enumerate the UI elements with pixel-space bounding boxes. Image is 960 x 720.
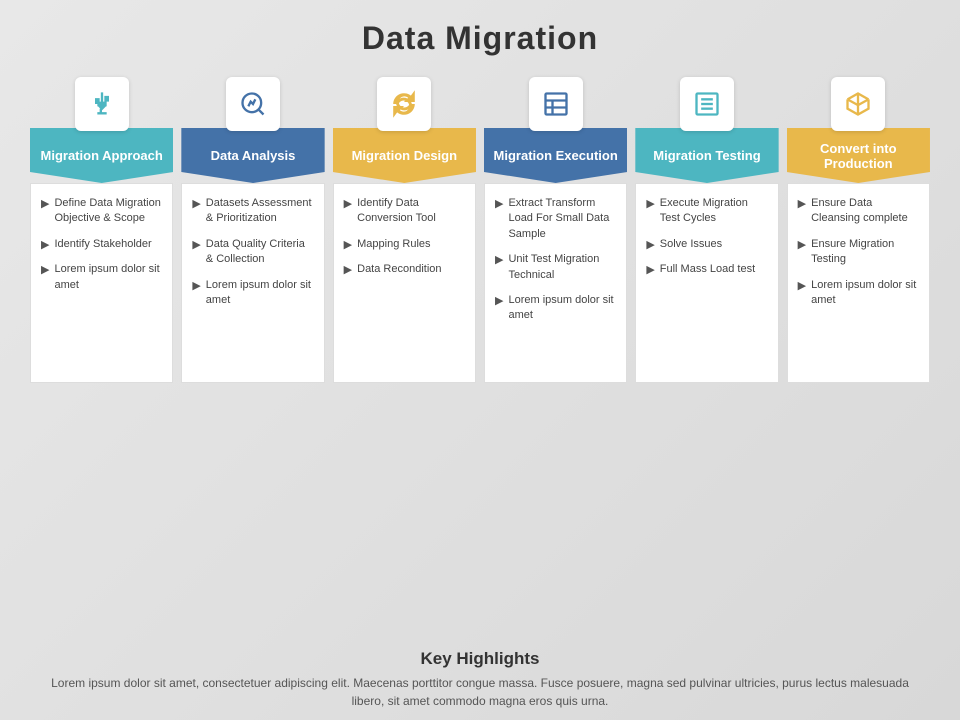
list-item: ▶ Lorem ipsum dolor sit amet (41, 262, 162, 293)
column-content-migration-design: ▶ Identify Data Conversion Tool ▶ Mapping R… (333, 183, 476, 383)
bullet-arrow-icon: ▶ (192, 197, 200, 210)
bullet-arrow-icon: ▶ (495, 253, 503, 266)
list-item-text: Data Quality Criteria & Collection (206, 237, 314, 268)
column-content-migration-execution: ▶ Extract Transform Load For Small Data S… (484, 183, 627, 383)
list-item-text: Extract Transform Load For Small Data Sa… (508, 196, 616, 242)
bullet-arrow-icon: ▶ (41, 263, 49, 276)
column-header-migration-testing: Migration Testing (635, 128, 778, 183)
list-item: ▶ Lorem ipsum dolor sit amet (192, 278, 313, 309)
list-item: ▶ Ensure Data Cleansing complete (798, 196, 919, 227)
list-item-text: Data Recondition (357, 262, 441, 277)
list-item-text: Full Mass Load test (660, 262, 755, 277)
refresh-icon (377, 77, 431, 131)
bullet-arrow-icon: ▶ (495, 197, 503, 210)
column-migration-design: Migration Design ▶ Identify Data Conversio… (333, 77, 476, 383)
list-icon (680, 77, 734, 131)
key-highlights-text: Lorem ipsum dolor sit amet, consectetuer… (40, 674, 920, 710)
list-item: ▶ Full Mass Load test (646, 262, 767, 277)
list-item: ▶ Identify Stakeholder (41, 237, 162, 252)
list-item: ▶ Identify Data Conversion Tool (344, 196, 465, 227)
bullet-arrow-icon: ▶ (41, 197, 49, 210)
list-item: ▶ Mapping Rules (344, 237, 465, 252)
column-header-migration-approach: Migration Approach (30, 128, 173, 183)
search-chart-icon (226, 77, 280, 131)
column-header-convert-production: Convert into Production (787, 128, 930, 183)
list-item: ▶ Execute Migration Test Cycles (646, 196, 767, 227)
bullet-arrow-icon: ▶ (646, 238, 654, 251)
list-item-text: Ensure Data Cleansing complete (811, 196, 919, 227)
list-item-text: Lorem ipsum dolor sit amet (54, 262, 162, 293)
bullet-arrow-icon: ▶ (41, 238, 49, 251)
column-migration-testing: Migration Testing ▶ Execute Migration Test… (635, 77, 778, 383)
list-item: ▶ Lorem ipsum dolor sit amet (798, 278, 919, 309)
list-item-text: Execute Migration Test Cycles (660, 196, 768, 227)
list-item: ▶ Datasets Assessment & Prioritization (192, 196, 313, 227)
column-header-data-analysis: Data Analysis (181, 128, 324, 183)
list-item: ▶ Data Quality Criteria & Collection (192, 237, 313, 268)
list-item: ▶ Define Data Migration Objective & Scope (41, 196, 162, 227)
usb-icon (75, 77, 129, 131)
key-highlights-section: Key Highlights Lorem ipsum dolor sit ame… (20, 639, 940, 710)
list-item-text: Lorem ipsum dolor sit amet (508, 293, 616, 324)
bullet-arrow-icon: ▶ (798, 238, 806, 251)
column-convert-production: Convert into Production ▶ Ensure Data Clea… (787, 77, 930, 383)
list-item-text: Identify Data Conversion Tool (357, 196, 465, 227)
columns-container: Migration Approach ▶ Define Data Migration… (20, 77, 940, 639)
list-item: ▶ Lorem ipsum dolor sit amet (495, 293, 616, 324)
bullet-arrow-icon: ▶ (192, 238, 200, 251)
list-item-text: Unit Test Migration Technical (508, 252, 616, 283)
list-item: ▶ Data Recondition (344, 262, 465, 277)
column-content-convert-production: ▶ Ensure Data Cleansing complete ▶ Ensure M… (787, 183, 930, 383)
list-item-text: Define Data Migration Objective & Scope (54, 196, 162, 227)
bullet-arrow-icon: ▶ (344, 263, 352, 276)
key-highlights-title: Key Highlights (40, 649, 920, 669)
bullet-arrow-icon: ▶ (646, 197, 654, 210)
bullet-arrow-icon: ▶ (798, 197, 806, 210)
list-item-text: Datasets Assessment & Prioritization (206, 196, 314, 227)
slide: Data Migration Migration Approach ▶ Define… (0, 0, 960, 720)
list-item-text: Identify Stakeholder (54, 237, 151, 252)
bullet-arrow-icon: ▶ (495, 294, 503, 307)
column-header-migration-design: Migration Design (333, 128, 476, 183)
list-item-text: Ensure Migration Testing (811, 237, 919, 268)
bullet-arrow-icon: ▶ (344, 197, 352, 210)
bullet-arrow-icon: ▶ (798, 279, 806, 292)
list-item-text: Lorem ipsum dolor sit amet (206, 278, 314, 309)
bullet-arrow-icon: ▶ (344, 238, 352, 251)
column-migration-execution: Migration Execution ▶ Extract Transform Lo… (484, 77, 627, 383)
page-title: Data Migration (362, 20, 598, 57)
table-icon (529, 77, 583, 131)
column-migration-approach: Migration Approach ▶ Define Data Migration… (30, 77, 173, 383)
list-item-text: Mapping Rules (357, 237, 430, 252)
box-icon (831, 77, 885, 131)
column-content-data-analysis: ▶ Datasets Assessment & Prioritization ▶ Da… (181, 183, 324, 383)
list-item: ▶ Ensure Migration Testing (798, 237, 919, 268)
list-item: ▶ Extract Transform Load For Small Data S… (495, 196, 616, 242)
list-item: ▶ Unit Test Migration Technical (495, 252, 616, 283)
column-data-analysis: Data Analysis ▶ Datasets Assessment & Prio… (181, 77, 324, 383)
list-item-text: Solve Issues (660, 237, 722, 252)
bullet-arrow-icon: ▶ (646, 263, 654, 276)
column-content-migration-testing: ▶ Execute Migration Test Cycles ▶ Solve Iss… (635, 183, 778, 383)
list-item: ▶ Solve Issues (646, 237, 767, 252)
column-content-migration-approach: ▶ Define Data Migration Objective & Scope… (30, 183, 173, 383)
column-header-migration-execution: Migration Execution (484, 128, 627, 183)
bullet-arrow-icon: ▶ (192, 279, 200, 292)
list-item-text: Lorem ipsum dolor sit amet (811, 278, 919, 309)
